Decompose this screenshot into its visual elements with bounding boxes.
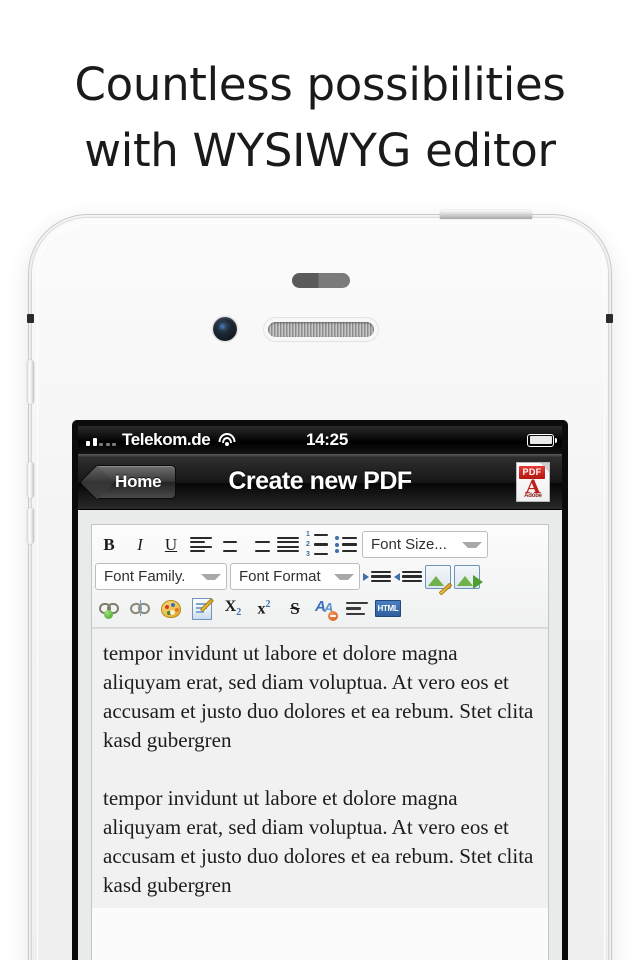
remove-format-icon: A A: [315, 598, 338, 621]
antenna-band-left-icon: [27, 314, 34, 323]
underline-button[interactable]: U: [157, 532, 185, 558]
battery-icon: [527, 433, 557, 447]
signal-bars-icon: [86, 435, 116, 446]
green-arrow-icon: [473, 574, 483, 589]
carrier-label: Telekom.de: [122, 430, 211, 449]
indent-button[interactable]: [363, 564, 391, 590]
text-color-button[interactable]: [157, 596, 185, 622]
toolbar-row-3: X2 x2 S A A HTML: [95, 593, 545, 624]
font-family-value: Font Family.: [104, 568, 186, 585]
align-right-button[interactable]: [246, 532, 272, 558]
headline-line-1: Countless possibilities: [74, 58, 566, 111]
proximity-sensor-icon: [292, 273, 350, 288]
align-center-button[interactable]: [217, 532, 243, 558]
navigation-bar: Home Create new PDF PDF A Adobe: [78, 454, 562, 510]
align-justify-button[interactable]: [275, 532, 301, 558]
strikethrough-button[interactable]: S: [281, 596, 309, 622]
subscript-button[interactable]: X2: [219, 596, 247, 622]
outdent-button[interactable]: [394, 564, 422, 590]
volume-up-button[interactable]: [27, 462, 34, 498]
remove-format-button[interactable]: A A: [312, 596, 340, 622]
status-bar-right: [527, 433, 557, 447]
html-source-button[interactable]: HTML: [374, 596, 402, 622]
chevron-down-icon: [462, 541, 482, 548]
toolbar-row-1: B I U 1 2 3 Font Size...: [95, 529, 545, 560]
wysiwyg-editor: B I U 1 2 3 Font Size... Font Family. Fo…: [91, 524, 549, 960]
back-button-home[interactable]: Home: [94, 464, 177, 499]
phone-screen: Telekom.de 14:25 Home Create new PDF PDF…: [78, 426, 562, 960]
wifi-icon: [217, 433, 236, 447]
power-button[interactable]: [440, 210, 532, 219]
silent-switch[interactable]: [27, 360, 34, 404]
editor-paragraph: tempor invidunt ut labore et dolore magn…: [103, 641, 534, 752]
superscript-icon: x2: [257, 598, 271, 618]
status-bar: Telekom.de 14:25: [78, 426, 562, 454]
font-family-select[interactable]: Font Family.: [95, 563, 227, 590]
horizontal-rule-icon: [346, 599, 368, 619]
superscript-button[interactable]: x2: [250, 596, 278, 622]
back-button-label: Home: [115, 471, 162, 491]
pdf-icon-brand: Adobe: [524, 492, 542, 499]
strikethrough-icon: S: [290, 598, 300, 618]
volume-down-button[interactable]: [27, 508, 34, 544]
headline-line-2: with WYSIWYG editor: [84, 124, 556, 177]
ordered-list-button[interactable]: 1 2 3: [304, 531, 330, 558]
indent-icon: [363, 572, 369, 581]
status-bar-left: Telekom.de: [86, 430, 236, 450]
bold-button[interactable]: B: [95, 532, 123, 558]
insert-image-button[interactable]: [454, 564, 483, 589]
font-size-select[interactable]: Font Size...: [362, 531, 488, 558]
html-source-icon: HTML: [375, 600, 401, 617]
horizontal-rule-button[interactable]: [343, 596, 371, 622]
subscript-icon: X2: [224, 598, 242, 619]
earpiece-speaker-icon: [268, 322, 374, 337]
chevron-down-icon: [201, 573, 221, 580]
edit-image-button[interactable]: [425, 564, 453, 596]
align-left-button[interactable]: [188, 532, 214, 558]
font-format-select[interactable]: Font Format: [230, 563, 360, 590]
image-edit-icon: [428, 575, 444, 586]
unordered-list-button[interactable]: [333, 532, 359, 558]
poster-stage: Countless possibilities with WYSIWYG edi…: [0, 0, 640, 960]
remove-link-button[interactable]: [126, 596, 154, 622]
toolbar-row-2: Font Family. Font Format: [95, 561, 545, 596]
front-camera-icon: [213, 317, 237, 341]
document-edit-icon: [192, 597, 215, 620]
color-palette-icon: [161, 599, 181, 618]
italic-button[interactable]: I: [126, 532, 154, 558]
editor-content-area[interactable]: tempor invidunt ut labore et dolore magn…: [92, 628, 548, 908]
editor-paragraph: tempor invidunt ut labore et dolore magn…: [103, 786, 534, 897]
edit-source-button[interactable]: [188, 596, 216, 622]
page-title: Countless possibilities with WYSIWYG edi…: [0, 52, 640, 184]
chevron-down-icon: [334, 573, 354, 580]
unlink-icon: [128, 600, 152, 616]
font-size-value: Font Size...: [371, 536, 447, 553]
insert-link-button[interactable]: [95, 596, 123, 622]
font-format-value: Font Format: [239, 568, 321, 585]
outdent-icon: [394, 572, 400, 581]
image-insert-icon: [457, 575, 473, 586]
pdf-document-icon[interactable]: PDF A Adobe: [516, 461, 550, 502]
editor-toolbar: B I U 1 2 3 Font Size... Font Family. Fo…: [92, 525, 548, 628]
link-icon: [99, 603, 119, 619]
editor-page: B I U 1 2 3 Font Size... Font Family. Fo…: [78, 510, 562, 960]
antenna-band-right-icon: [606, 314, 613, 323]
